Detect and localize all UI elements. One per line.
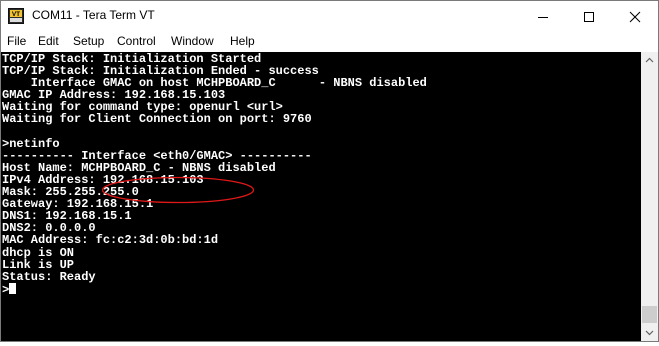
terminal-line: >netinfo <box>2 136 60 151</box>
terminal-line-mac-address: MAC Address: fc:c2:3d:0b:bd:1d <box>2 233 219 248</box>
maximize-icon <box>584 12 594 22</box>
scroll-down-button[interactable] <box>641 324 658 341</box>
terminal-prompt: > <box>2 282 10 297</box>
terminal-line: Waiting for Client Connection on port: 9… <box>2 112 312 127</box>
close-button[interactable] <box>612 1 658 32</box>
terminal-line: dhcp is ON <box>2 245 75 260</box>
close-icon <box>629 11 641 23</box>
menu-help[interactable]: Help <box>230 34 255 48</box>
terminal-output: TCP/IP Stack: Initialization Started TCP… <box>2 53 427 297</box>
terminal-prompt-line: > <box>2 282 427 297</box>
text-cursor <box>9 282 17 294</box>
title-bar[interactable]: VT COM11 - Tera Term VT <box>1 1 658 32</box>
menu-window[interactable]: Window <box>171 34 214 48</box>
window-title: COM11 - Tera Term VT <box>32 8 155 22</box>
arrow-down-icon <box>645 330 654 336</box>
svg-text:VT: VT <box>12 11 20 18</box>
terminal-line: Link is UP <box>2 257 75 272</box>
menu-control[interactable]: Control <box>117 34 156 48</box>
tera-term-window: VT COM11 - Tera Term VT File Edit Setup … <box>0 0 659 342</box>
vertical-scrollbar[interactable] <box>641 52 658 341</box>
teraterm-vt-icon[interactable]: VT <box>8 8 24 24</box>
menu-file[interactable]: File <box>7 34 26 48</box>
minimize-icon <box>538 17 548 18</box>
terminal-line: Status: Ready <box>2 269 96 284</box>
menu-bar: File Edit Setup Control Window Help <box>1 32 658 52</box>
menu-edit[interactable]: Edit <box>38 34 59 48</box>
menu-setup[interactable]: Setup <box>73 34 104 48</box>
maximize-button[interactable] <box>566 1 612 32</box>
scroll-up-button[interactable] <box>641 52 658 69</box>
minimize-button[interactable] <box>520 1 566 32</box>
red-ellipse-annotation <box>101 176 255 204</box>
scroll-thumb[interactable] <box>642 306 657 323</box>
arrow-up-icon <box>645 57 654 63</box>
terminal-area[interactable]: TCP/IP Stack: Initialization Started TCP… <box>1 52 641 341</box>
